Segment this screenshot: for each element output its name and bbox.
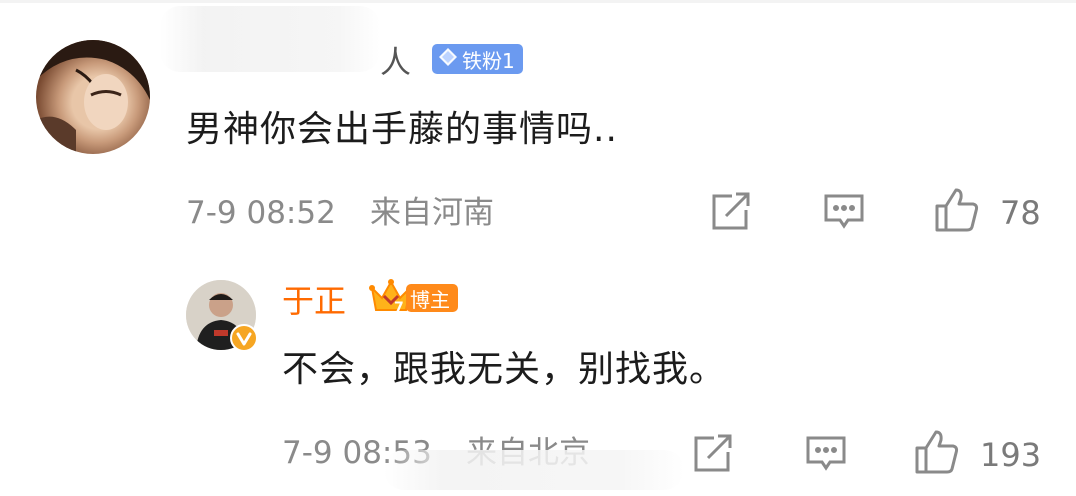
like-count: 78 <box>1000 194 1041 232</box>
comment-location: 来自河南 <box>370 195 494 231</box>
watermark <box>384 450 684 490</box>
like-icon[interactable] <box>914 428 960 476</box>
diamond-icon <box>438 47 458 72</box>
comment-icon[interactable] <box>822 190 866 234</box>
blogger-username[interactable]: 于正 <box>282 282 346 320</box>
avatar-photo <box>36 40 150 154</box>
like-icon[interactable] <box>934 186 980 234</box>
like-count: 193 <box>980 436 1042 474</box>
level-number: 7 <box>394 300 404 316</box>
verified-icon <box>230 324 258 352</box>
comment-icon[interactable] <box>804 432 848 476</box>
share-icon[interactable] <box>690 432 734 476</box>
reply-text: 不会，跟我无关，别找我。 <box>282 349 727 390</box>
commenter-avatar[interactable] <box>36 40 150 154</box>
top-divider <box>0 0 1076 3</box>
share-icon[interactable] <box>708 190 752 234</box>
fan-badge: 铁粉1 <box>432 44 523 74</box>
role-badge-label: 博主 <box>410 287 450 312</box>
username-redaction <box>160 6 380 72</box>
role-badge: 博主 <box>406 284 458 312</box>
comment-text: 男神你会出手藤的事情吗.. <box>186 109 618 150</box>
fan-badge-label: 铁粉1 <box>462 48 515 73</box>
commenter-username[interactable]: 人 <box>380 44 411 82</box>
comment-time: 7-9 08:52 <box>186 195 336 231</box>
